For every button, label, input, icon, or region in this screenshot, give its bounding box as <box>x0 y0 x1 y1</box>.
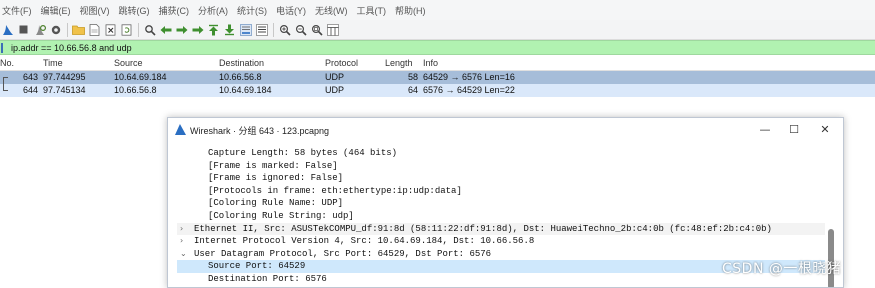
open-folder-icon[interactable] <box>71 22 86 37</box>
expand-arrow-icon[interactable]: › <box>180 235 190 248</box>
toolbar-divider <box>138 22 139 37</box>
cell-destination: 10.64.69.184 <box>219 85 272 95</box>
display-filter-input[interactable]: ip.addr == 10.66.56.8 and udp <box>9 43 132 53</box>
menu-telephony[interactable]: 电话(Y) <box>274 4 313 17</box>
file-save-icon[interactable] <box>87 22 102 37</box>
menu-wireless[interactable]: 无线(W) <box>313 4 355 17</box>
watermark: CSDN @一根晓猪 <box>722 261 842 277</box>
go-first-icon[interactable] <box>206 22 221 37</box>
cell-length: 58 <box>408 72 419 82</box>
wireshark-logo-icon <box>175 124 186 135</box>
filter-bookmark-icon[interactable] <box>1 42 9 53</box>
resize-columns-icon[interactable] <box>325 22 340 37</box>
cell-source: 10.66.56.8 <box>114 85 157 95</box>
menu-view[interactable]: 视图(V) <box>78 4 117 17</box>
normal-size-icon[interactable] <box>309 22 324 37</box>
expand-arrow-icon[interactable]: › <box>180 223 190 236</box>
zoom-out-icon[interactable] <box>293 22 308 37</box>
tree-item[interactable]: [Coloring Rule String: udp] <box>177 210 825 223</box>
column-header-destination[interactable]: Destination <box>219 58 264 68</box>
menu-tools[interactable]: 工具(T) <box>355 4 394 17</box>
collapse-arrow-icon[interactable]: ⌄ <box>180 248 190 261</box>
packet-list-header: No. Time Source Destination Protocol Len… <box>0 56 875 71</box>
go-back-icon[interactable] <box>158 22 173 37</box>
cell-protocol: UDP <box>325 72 345 82</box>
tree-item-ipv4[interactable]: › Internet Protocol Version 4, Src: 10.64… <box>177 235 825 248</box>
go-forward-icon[interactable] <box>174 22 189 37</box>
tree-item-ethernet[interactable]: › Ethernet II, Src: ASUSTekCOMPU_df:91:8d… <box>177 222 825 236</box>
go-last-icon[interactable] <box>222 22 237 37</box>
display-filter-bar[interactable]: ip.addr == 10.66.56.8 and udp <box>0 40 875 55</box>
close-file-icon[interactable] <box>103 22 118 37</box>
tree-item[interactable]: [Coloring Rule Name: UDP] <box>177 197 825 210</box>
menu-file[interactable]: 文件(F) <box>0 4 39 17</box>
cell-no: 643 <box>23 72 39 82</box>
window-titlebar[interactable]: Wireshark · 分组 643 · 123.pcapng — ☐ ✕ <box>168 118 843 141</box>
autoscroll-icon[interactable] <box>238 22 253 37</box>
menu-capture[interactable]: 捕获(C) <box>157 4 197 17</box>
cell-length: 64 <box>408 85 419 95</box>
tree-item[interactable]: [Frame is marked: False] <box>177 160 825 173</box>
shark-fin-start-icon[interactable] <box>0 22 15 37</box>
cell-info: 6576 → 64529 Len=22 <box>423 85 515 95</box>
toolbar-divider <box>67 22 68 37</box>
tree-item[interactable]: Capture Length: 58 bytes (464 bits) <box>177 147 825 160</box>
column-header-protocol[interactable]: Protocol <box>325 58 358 68</box>
cell-info: 64529 → 6576 Len=16 <box>423 72 515 82</box>
find-packet-icon[interactable] <box>142 22 157 37</box>
main-toolbar <box>0 20 875 40</box>
related-packet-indicator <box>3 84 8 91</box>
menu-bar: 文件(F) 编辑(E) 视图(V) 跳转(G) 捕获(C) 分析(A) 统计(S… <box>0 0 875 20</box>
zoom-in-icon[interactable] <box>277 22 292 37</box>
colorize-icon[interactable] <box>254 22 269 37</box>
go-to-packet-icon[interactable] <box>190 22 205 37</box>
menu-statistics[interactable]: 统计(S) <box>235 4 274 17</box>
column-header-time[interactable]: Time <box>43 58 63 68</box>
close-button[interactable]: ✕ <box>811 121 839 138</box>
column-header-no[interactable]: No. <box>0 58 14 68</box>
column-header-length[interactable]: Length <box>385 58 413 68</box>
maximize-button[interactable]: ☐ <box>780 121 808 138</box>
window-title: Wireshark · 分组 643 · 123.pcapng <box>190 126 330 136</box>
menu-go[interactable]: 跳转(G) <box>117 4 157 17</box>
stop-square-icon[interactable] <box>16 22 31 37</box>
cell-source: 10.64.69.184 <box>114 72 167 82</box>
cell-no: 644 <box>23 85 39 95</box>
minimize-button[interactable]: — <box>751 121 779 138</box>
column-header-info[interactable]: Info <box>423 58 438 68</box>
cell-destination: 10.66.56.8 <box>219 72 262 82</box>
tree-item[interactable]: [Protocols in frame: eth:ethertype:ip:ud… <box>177 185 825 198</box>
tree-item[interactable]: [Frame is ignored: False] <box>177 172 825 185</box>
menu-help[interactable]: 帮助(H) <box>393 4 433 17</box>
menu-edit[interactable]: 编辑(E) <box>39 4 78 17</box>
cell-time: 97.744295 <box>43 72 86 82</box>
options-gear-icon[interactable] <box>48 22 63 37</box>
cell-protocol: UDP <box>325 85 345 95</box>
cell-time: 97.745134 <box>43 85 86 95</box>
packet-row[interactable]: 643 97.744295 10.64.69.184 10.66.56.8 UD… <box>0 71 875 84</box>
toolbar-divider <box>273 22 274 37</box>
packet-row[interactable]: 644 97.745134 10.66.56.8 10.64.69.184 UD… <box>0 84 875 97</box>
column-header-source[interactable]: Source <box>114 58 143 68</box>
reload-icon[interactable] <box>119 22 134 37</box>
related-packet-indicator <box>3 77 8 84</box>
restart-capture-icon[interactable] <box>32 22 47 37</box>
menu-analyze[interactable]: 分析(A) <box>196 4 235 17</box>
